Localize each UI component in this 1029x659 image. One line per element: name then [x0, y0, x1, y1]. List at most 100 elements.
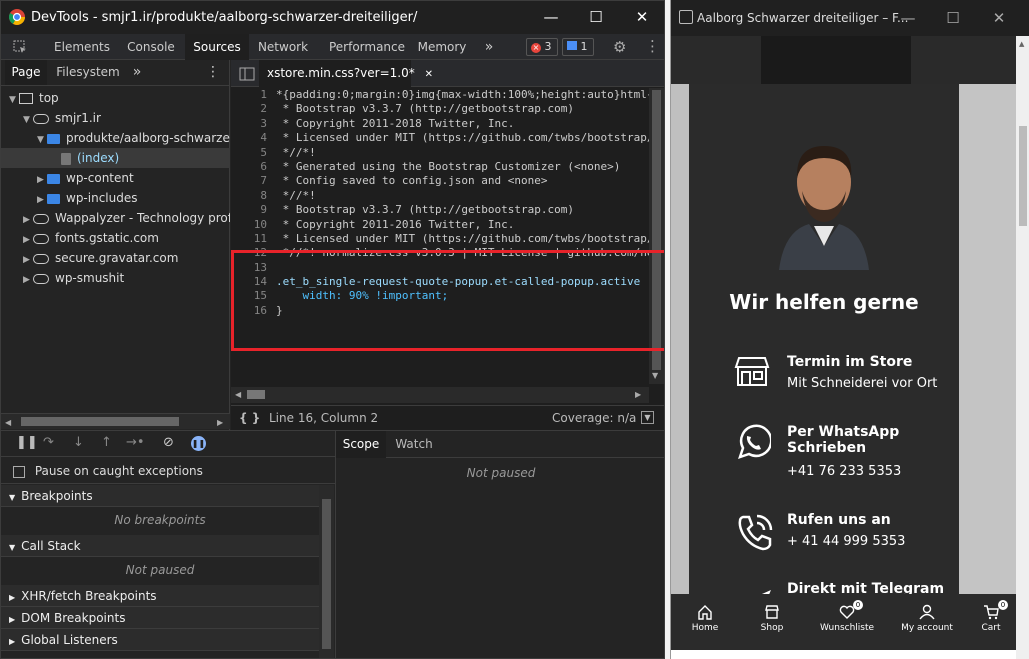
hscroll-left-icon[interactable]: ◀ — [235, 390, 241, 399]
page-scroll-up-icon[interactable]: ▲ — [1019, 40, 1024, 48]
line-number[interactable]: 3 — [231, 117, 267, 131]
code-line[interactable]: 11 * Licensed under MIT (https://github.… — [231, 232, 649, 246]
tab-filesystem[interactable]: Filesystem — [55, 60, 121, 85]
step-icon[interactable]: →• — [126, 435, 145, 450]
line-number[interactable]: 7 — [231, 174, 267, 188]
tab-memory[interactable]: Memory — [413, 34, 471, 60]
tab-network[interactable]: Network — [251, 34, 315, 60]
more-tabs-button[interactable]: » — [479, 34, 499, 60]
editor-file-tab[interactable]: xstore.min.css?ver=1.0* ✕ — [259, 60, 433, 87]
code-line[interactable]: 7 * Config saved to config.json and <non… — [231, 174, 649, 188]
code-line[interactable]: 6 * Generated using the Bootstrap Custom… — [231, 160, 649, 174]
tree-item[interactable]: ▼ smjr1.ir — [1, 108, 230, 128]
tree-item[interactable]: (index) — [1, 148, 230, 168]
page-scrollbar[interactable]: ▲ — [1016, 36, 1029, 659]
code-line[interactable]: 9 * Bootstrap v3.3.7 (http://getbootstra… — [231, 203, 649, 217]
tab-elements[interactable]: Elements — [48, 34, 116, 60]
page-maximize-button[interactable]: ☐ — [931, 0, 975, 36]
page-scroll-thumb[interactable] — [1019, 126, 1027, 226]
deactivate-breakpoints-icon[interactable]: ⊘ — [163, 435, 174, 450]
debugger-scrollbar[interactable] — [319, 485, 334, 658]
tree-caret-icon[interactable]: ▶ — [23, 250, 33, 268]
code-line[interactable]: 2 * Bootstrap v3.3.7 (http://getbootstra… — [231, 102, 649, 116]
line-number[interactable]: 8 — [231, 189, 267, 203]
scroll-down-icon[interactable]: ▼ — [652, 371, 658, 380]
tree-item[interactable]: ▼ produkte/aalborg-schwarzer-d — [1, 128, 230, 148]
tree-item[interactable]: ▶ Wappalyzer - Technology profiler — [1, 208, 230, 228]
tree-item[interactable]: ▼ top — [1, 88, 230, 108]
tree-caret-icon[interactable]: ▶ — [23, 270, 33, 288]
step-over-icon[interactable]: ↷ — [43, 435, 54, 450]
nav-home[interactable]: Home — [671, 594, 739, 633]
maximize-button[interactable]: ☐ — [573, 1, 619, 34]
code-line[interactable]: 10 * Copyright 2011-2016 Twitter, Inc. — [231, 218, 649, 232]
scroll-left-icon[interactable]: ◀ — [5, 418, 11, 427]
close-button[interactable]: ✕ — [619, 1, 664, 34]
line-number[interactable]: 4 — [231, 131, 267, 145]
navigator-menu-icon[interactable]: ⋮ — [205, 60, 221, 85]
editor-hscrollbar[interactable]: ◀ ▶ — [231, 387, 649, 403]
pause-on-caught-checkbox[interactable] — [13, 465, 25, 478]
nav-account[interactable]: My account — [893, 594, 961, 633]
code-line[interactable]: 3 * Copyright 2011-2018 Twitter, Inc. — [231, 117, 649, 131]
tab-scope[interactable]: Scope — [336, 431, 386, 458]
hscroll-thumb[interactable] — [247, 390, 265, 399]
section-breakpoints[interactable]: ▼ Breakpoints — [1, 485, 319, 507]
tree-caret-icon[interactable]: ▶ — [23, 210, 33, 228]
scrollbar-thumb[interactable] — [21, 417, 179, 426]
tab-console[interactable]: Console — [119, 34, 183, 60]
section-xhr-breakpoints[interactable]: ▶ XHR/fetch Breakpoints — [1, 585, 319, 607]
toggle-navigator-icon[interactable] — [239, 67, 255, 81]
tab-sources[interactable]: Sources — [185, 34, 249, 60]
tab-watch[interactable]: Watch — [392, 431, 436, 458]
nav-shop[interactable]: Shop — [738, 594, 806, 633]
nav-wishlist[interactable]: 0 Wunschliste — [813, 594, 881, 633]
hscroll-right-icon[interactable]: ▶ — [635, 390, 641, 399]
pause-icon[interactable]: ❚❚ — [16, 435, 38, 450]
tree-item[interactable]: ▶ wp-includes — [1, 188, 230, 208]
tree-caret-icon[interactable]: ▶ — [37, 170, 47, 188]
code-line[interactable]: 4 * Licensed under MIT (https://github.c… — [231, 131, 649, 145]
tree-caret-icon[interactable]: ▶ — [23, 230, 33, 248]
line-number[interactable]: 10 — [231, 218, 267, 232]
pretty-print-icon[interactable]: { } — [239, 406, 260, 430]
code-line[interactable]: 8 *//*! — [231, 189, 649, 203]
inspect-element-icon[interactable] — [13, 40, 27, 54]
tree-caret-icon[interactable]: ▶ — [37, 190, 47, 208]
kebab-menu-icon[interactable]: ⋮ — [645, 37, 660, 55]
section-dom-breakpoints[interactable]: ▶ DOM Breakpoints — [1, 607, 319, 629]
section-call-stack[interactable]: ▼ Call Stack — [1, 535, 319, 557]
tree-caret-icon[interactable]: ▼ — [9, 90, 19, 108]
line-number[interactable]: 2 — [231, 102, 267, 116]
line-number[interactable]: 1 — [231, 88, 267, 102]
line-number[interactable]: 5 — [231, 146, 267, 160]
gear-icon[interactable]: ⚙ — [613, 38, 626, 56]
pause-on-exceptions-icon[interactable]: ❚❚ — [191, 436, 206, 451]
close-tab-icon[interactable]: ✕ — [425, 69, 433, 80]
line-number[interactable]: 9 — [231, 203, 267, 217]
coverage-toggle-icon[interactable]: ▼ — [641, 411, 654, 424]
step-into-icon[interactable]: ↓ — [73, 435, 84, 450]
tab-page[interactable]: Page — [5, 60, 47, 85]
tab-performance[interactable]: Performance — [321, 34, 413, 60]
nav-cart[interactable]: 0 Cart — [966, 594, 1016, 633]
section-global-listeners[interactable]: ▶ Global Listeners — [1, 629, 319, 651]
line-number[interactable]: 11 — [231, 232, 267, 246]
line-number[interactable]: 6 — [231, 160, 267, 174]
tree-item[interactable]: ▶ wp-content — [1, 168, 230, 188]
navigator-scrollbar[interactable]: ◀ ▶ — [1, 413, 230, 429]
tree-caret-icon[interactable]: ▼ — [23, 110, 33, 128]
more-navigator-tabs[interactable]: » — [129, 60, 145, 85]
tree-item[interactable]: ▶ fonts.gstatic.com — [1, 228, 230, 248]
page-minimize-button[interactable]: — — [886, 0, 930, 36]
tree-item[interactable]: ▶ secure.gravatar.com — [1, 248, 230, 268]
tree-caret-icon[interactable]: ▼ — [37, 130, 47, 148]
code-line[interactable]: 5 *//*! — [231, 146, 649, 160]
debugger-scroll-thumb[interactable] — [322, 499, 331, 649]
code-line[interactable]: 1 *{padding:0;margin:0}img{max-width:100%… — [231, 88, 649, 102]
message-badge[interactable]: 1 — [562, 38, 594, 56]
page-close-button[interactable]: ✕ — [977, 0, 1021, 36]
scroll-right-icon[interactable]: ▶ — [217, 418, 223, 427]
step-out-icon[interactable]: ↑ — [101, 435, 112, 450]
minimize-button[interactable]: — — [528, 1, 574, 34]
